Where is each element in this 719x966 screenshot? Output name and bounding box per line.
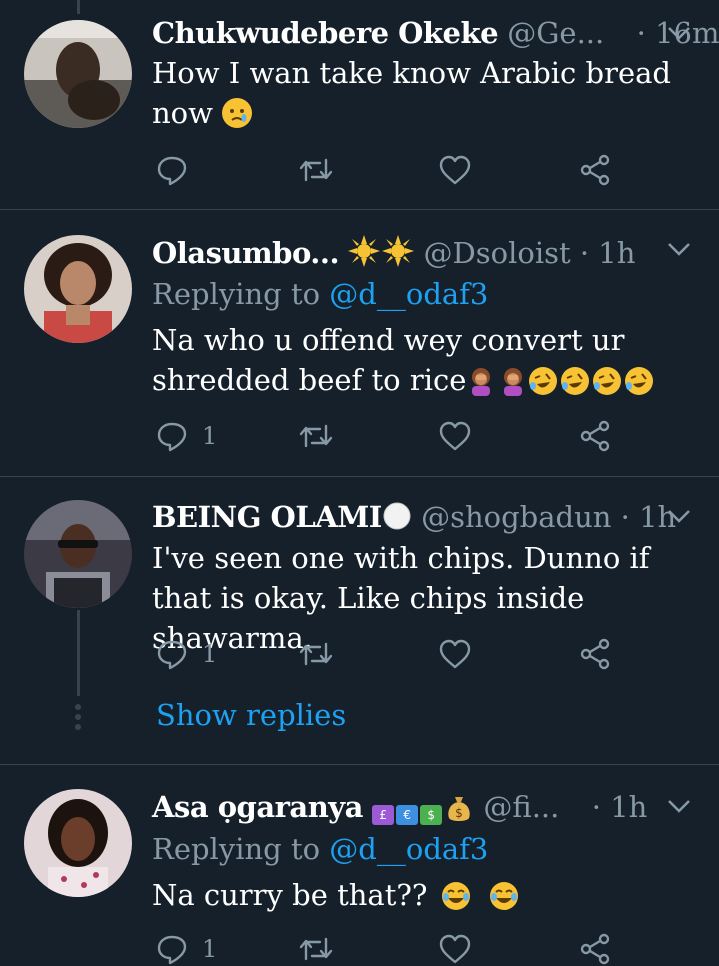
reply-icon — [157, 156, 187, 186]
reply-icon — [157, 935, 187, 965]
svg-text:$: $ — [455, 806, 463, 820]
crying-face-emoji — [222, 98, 253, 128]
like-button[interactable] — [438, 932, 472, 966]
currency-emojis: £ € $ $ — [372, 790, 483, 825]
retweet-button[interactable] — [298, 637, 334, 671]
avatar[interactable] — [24, 789, 132, 897]
like-icon — [439, 421, 471, 451]
like-icon — [439, 639, 471, 669]
retweet-icon — [299, 424, 333, 448]
retweet-icon — [299, 642, 333, 666]
reply-count: 1 — [202, 422, 218, 450]
tweet-text: Na who u offend wey convert ur shredded … — [152, 320, 692, 406]
thread-more-dots — [75, 704, 81, 734]
money-bag-emoji: $ — [444, 793, 474, 830]
reply-button[interactable]: 1 — [156, 637, 217, 671]
share-button[interactable] — [578, 419, 612, 453]
tweet-text: How I wan take know Arabic bread now — [152, 56, 671, 130]
mention-link[interactable]: @d__odaf3 — [329, 832, 488, 866]
chevron-down-icon[interactable] — [666, 797, 692, 815]
share-button[interactable] — [578, 932, 612, 966]
like-button[interactable] — [438, 419, 472, 453]
reply-count: 1 — [202, 935, 218, 963]
tweet-text: Na curry be that?? — [152, 875, 692, 921]
thread-line — [77, 610, 80, 696]
reply-icon — [157, 640, 187, 670]
reply-count: 1 — [202, 640, 218, 668]
display-name[interactable]: Olasumbo... — [152, 236, 340, 270]
divider — [0, 476, 719, 477]
divider — [0, 209, 719, 210]
reply-button[interactable]: 1 — [156, 419, 217, 453]
reply-button[interactable]: 1 — [156, 932, 217, 966]
user-handle[interactable]: @Ge... — [507, 16, 604, 50]
tweet-header: Olasumbo... @Dsoloist · 1h — [152, 235, 635, 274]
avatar[interactable] — [24, 235, 132, 343]
retweet-button[interactable] — [298, 932, 334, 966]
chevron-down-icon[interactable] — [666, 240, 692, 258]
retweet-icon — [299, 158, 333, 182]
user-handle[interactable]: @fi... — [483, 790, 559, 824]
display-name[interactable]: BEING OLAMI — [152, 500, 382, 534]
timestamp[interactable]: · 1h — [592, 790, 648, 824]
like-icon — [439, 934, 471, 964]
retweet-button[interactable] — [298, 419, 334, 453]
timestamp[interactable]: · 1h — [580, 236, 636, 270]
share-icon — [580, 638, 610, 670]
like-button[interactable] — [438, 637, 472, 671]
replying-to: Replying to @d__odaf3 — [152, 832, 489, 866]
like-icon — [439, 155, 471, 185]
joy-emoji — [441, 881, 525, 921]
euro-banknote-emoji: € — [396, 805, 419, 825]
retweet-icon — [299, 937, 333, 961]
thread-line-top — [77, 0, 80, 14]
retweet-button[interactable] — [298, 153, 334, 187]
pound-banknote-emoji: £ — [372, 805, 395, 825]
tweet-header: Chukwudebere Okeke @Ge... · 16m — [152, 16, 719, 50]
user-handle[interactable]: @shogbadun — [421, 500, 611, 534]
chevron-down-icon[interactable] — [666, 507, 692, 525]
display-name[interactable]: Asa ọgaranya — [152, 790, 363, 824]
reply-button[interactable] — [156, 153, 202, 187]
avatar[interactable] — [24, 20, 132, 128]
show-replies-link[interactable]: Show replies — [156, 698, 346, 732]
user-handle[interactable]: @Dsoloist — [424, 236, 571, 270]
replying-to: Replying to @d__odaf3 — [152, 277, 489, 311]
tweet-header: BEING OLAMI @shogbadun · 1h — [152, 500, 676, 538]
share-icon — [580, 933, 610, 965]
share-icon — [580, 154, 610, 186]
rolling-laughing-emoji — [528, 366, 656, 406]
share-icon — [580, 420, 610, 452]
mention-link[interactable]: @d__odaf3 — [329, 277, 488, 311]
dollar-banknote-emoji: $ — [420, 805, 443, 825]
white-circle-emoji — [382, 501, 412, 538]
like-button[interactable] — [438, 153, 472, 187]
divider — [0, 764, 719, 765]
chevron-down-icon[interactable] — [666, 24, 692, 42]
avatar[interactable] — [24, 500, 132, 608]
tweet-header: Asa ọgaranya £ € $ $ @fi... · 1h — [152, 790, 647, 830]
display-name[interactable]: Chukwudebere Okeke — [152, 16, 499, 50]
woman-facepalming-emoji — [466, 366, 528, 406]
sun-emoji — [348, 235, 415, 274]
share-button[interactable] — [578, 153, 612, 187]
reply-icon — [157, 422, 187, 452]
share-button[interactable] — [578, 637, 612, 671]
